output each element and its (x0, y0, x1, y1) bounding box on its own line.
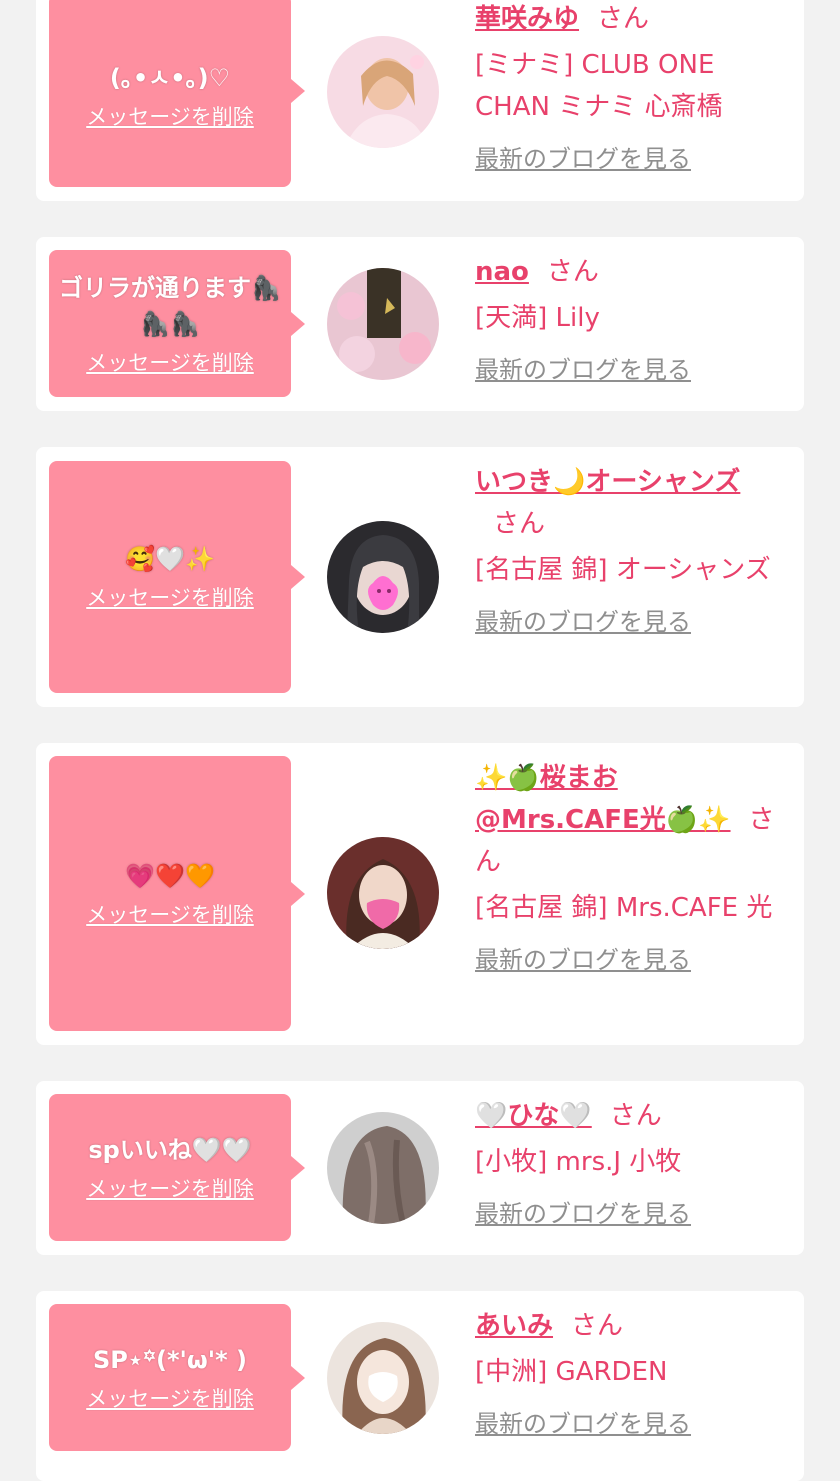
avatar[interactable] (327, 521, 439, 633)
message-text: 💗❤️🧡 (125, 861, 215, 890)
avatar-photo-icon (327, 36, 439, 148)
message-text: SP⋆꙳(*'ω'* ) (93, 1345, 247, 1374)
cast-info: 🤍ひな🤍 さん [小牧] mrs.J 小牧 最新のブログを見る (475, 1095, 775, 1231)
shop-name: [ミナミ] CLUB ONE CHAN ミナミ 心斎橋 (475, 50, 723, 122)
shop-name: [名古屋 錦] Mrs.CAFE 光 (475, 893, 773, 923)
message-bubble: (｡•ㅅ•｡)♡ メッセージを削除 (49, 0, 305, 187)
message-text: ゴリラが通ります🦍🦍🦍 (59, 273, 281, 338)
latest-blog-link[interactable]: 最新のブログを見る (475, 943, 691, 977)
message-card: (｡•ㅅ•｡)♡ メッセージを削除 華咲みゆ さん [ミナミ] CLUB ONE … (36, 0, 804, 201)
avatar[interactable] (327, 1322, 439, 1434)
honorific: さん (597, 4, 650, 34)
latest-blog-link[interactable]: 最新のブログを見る (475, 605, 691, 639)
honorific: さん (546, 257, 599, 287)
cast-name-link[interactable]: いつき🌙オーシャンズ (475, 467, 740, 497)
cast-info: ✨🍏桜まお@Mrs.CAFE光🍏✨ さん [名古屋 錦] Mrs.CAFE 光 最… (475, 757, 775, 977)
message-bubble: SP⋆꙳(*'ω'* ) メッセージを削除 (49, 1304, 305, 1451)
message-card: 🥰🤍✨ メッセージを削除 いつき🌙オーシャンズさん [名古屋 錦] オーシャンズ… (36, 447, 804, 707)
message-text: spいいね🤍🤍 (88, 1135, 252, 1164)
cast-info: あいみ さん [中洲] GARDEN 最新のブログを見る (475, 1305, 775, 1441)
message-card: 💗❤️🧡 メッセージを削除 ✨🍏桜まお@Mrs.CAFE光🍏✨ さん [名古屋 錦… (36, 743, 804, 1045)
cast-info: 華咲みゆ さん [ミナミ] CLUB ONE CHAN ミナミ 心斎橋 最新のブロ… (475, 0, 775, 176)
honorific: さん (493, 509, 546, 539)
delete-message-link[interactable]: メッセージを削除 (86, 348, 254, 378)
shop-name: [名古屋 錦] オーシャンズ (475, 555, 771, 585)
message-card: ゴリラが通ります🦍🦍🦍 メッセージを削除 nao さん [天満] Lily 最新の… (36, 237, 804, 411)
shop-name: [小牧] mrs.J 小牧 (475, 1147, 682, 1177)
cast-info: いつき🌙オーシャンズさん [名古屋 錦] オーシャンズ 最新のブログを見る (475, 461, 775, 639)
avatar-photo-icon (327, 1112, 439, 1224)
avatar-photo-icon (327, 1322, 439, 1434)
delete-message-link[interactable]: メッセージを削除 (86, 1174, 254, 1204)
cast-name-link[interactable]: ✨🍏桜まお@Mrs.CAFE光🍏✨ (475, 763, 731, 835)
message-bubble: 🥰🤍✨ メッセージを削除 (49, 461, 305, 693)
message-bubble: 💗❤️🧡 メッセージを削除 (49, 756, 305, 1031)
latest-blog-link[interactable]: 最新のブログを見る (475, 1407, 691, 1441)
honorific: さん (571, 1311, 624, 1341)
cast-name-link[interactable]: あいみ (475, 1311, 553, 1341)
shop-name: [中洲] GARDEN (475, 1357, 668, 1387)
honorific: さん (609, 1101, 662, 1131)
delete-message-link[interactable]: メッセージを削除 (86, 1384, 254, 1414)
message-text: (｡•ㅅ•｡)♡ (109, 63, 231, 92)
message-bubble: ゴリラが通ります🦍🦍🦍 メッセージを削除 (49, 250, 305, 397)
cast-info: nao さん [天満] Lily 最新のブログを見る (475, 251, 775, 387)
avatar[interactable] (327, 837, 439, 949)
delete-message-link[interactable]: メッセージを削除 (86, 583, 254, 613)
avatar-photo-icon (327, 268, 439, 380)
avatar-photo-icon (327, 837, 439, 949)
cast-name-link[interactable]: 🤍ひな🤍 (475, 1101, 592, 1131)
delete-message-link[interactable]: メッセージを削除 (86, 102, 254, 132)
latest-blog-link[interactable]: 最新のブログを見る (475, 353, 691, 387)
delete-message-link[interactable]: メッセージを削除 (86, 900, 254, 930)
avatar[interactable] (327, 36, 439, 148)
avatar-photo-icon (327, 521, 439, 633)
shop-name: [天満] Lily (475, 303, 600, 333)
cast-name-link[interactable]: 華咲みゆ (475, 4, 579, 34)
message-bubble: spいいね🤍🤍 メッセージを削除 (49, 1094, 305, 1241)
message-text: 🥰🤍✨ (125, 545, 215, 573)
cast-name-link[interactable]: nao (475, 257, 529, 287)
latest-blog-link[interactable]: 最新のブログを見る (475, 1197, 691, 1231)
message-card: spいいね🤍🤍 メッセージを削除 🤍ひな🤍 さん [小牧] mrs.J 小牧 最新… (36, 1081, 804, 1255)
latest-blog-link[interactable]: 最新のブログを見る (475, 142, 691, 176)
avatar[interactable] (327, 1112, 439, 1224)
avatar[interactable] (327, 268, 439, 380)
